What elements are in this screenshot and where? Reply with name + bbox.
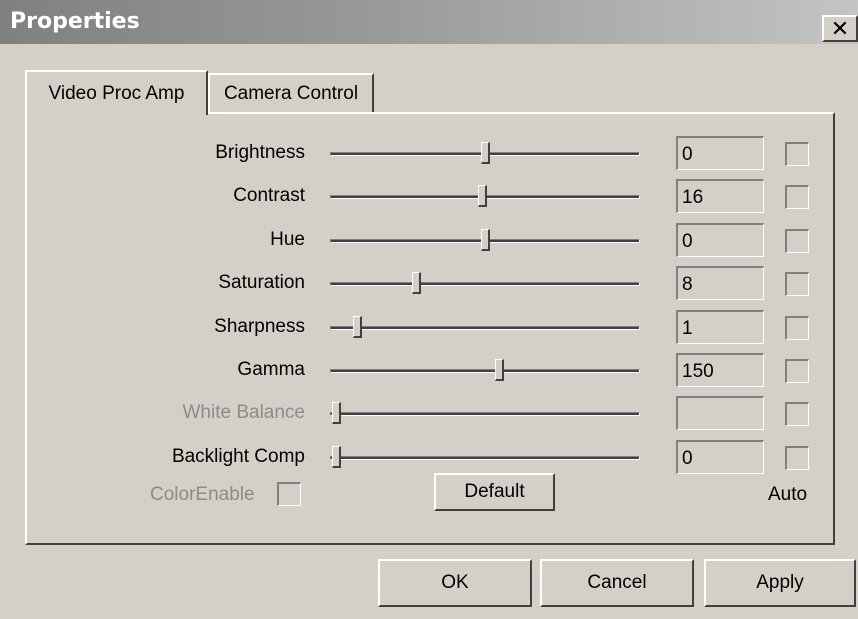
title-bar[interactable]: Properties ✕ — [0, 0, 858, 44]
apply-button[interactable]: Apply — [704, 559, 856, 607]
window-title: Properties — [10, 9, 140, 34]
apply-button-label: Apply — [756, 572, 804, 593]
cancel-button[interactable]: Cancel — [540, 559, 694, 607]
close-button[interactable]: ✕ — [822, 15, 858, 42]
cancel-button-label: Cancel — [587, 572, 647, 593]
tab-label: Camera Control — [223, 83, 359, 104]
tab-label: Video Proc Amp — [48, 82, 185, 104]
ok-button-label: OK — [441, 572, 469, 593]
tab-video-proc-amp[interactable]: Video Proc Amp — [25, 70, 208, 115]
properties-dialog: Properties ✕ Video Proc Amp Camera Contr… — [0, 0, 858, 619]
ok-button[interactable]: OK — [378, 559, 532, 607]
tab-camera-control[interactable]: Camera Control — [208, 73, 374, 113]
tab-panel — [25, 112, 835, 545]
close-icon: ✕ — [830, 15, 850, 41]
